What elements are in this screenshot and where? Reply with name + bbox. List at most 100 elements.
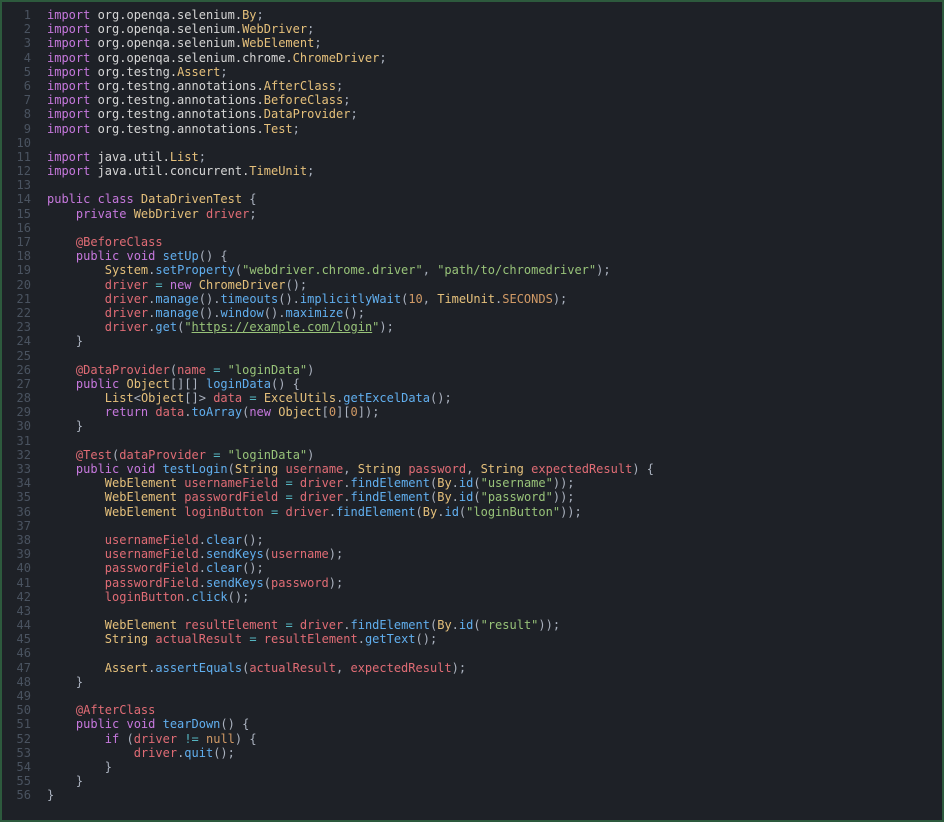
code-line[interactable]: } <box>47 760 942 774</box>
code-line[interactable]: } <box>47 334 942 348</box>
code-line[interactable]: WebElement passwordField = driver.findEl… <box>47 490 942 504</box>
line-number: 56 <box>2 788 31 802</box>
token-ns: org.testng.annotations. <box>98 79 264 93</box>
code-line[interactable]: public void setUp() { <box>47 249 942 263</box>
token-kw: import <box>47 93 98 107</box>
token-kw: import <box>47 150 98 164</box>
token-pun <box>47 732 105 746</box>
token-pun: ; <box>293 122 300 136</box>
code-line[interactable] <box>47 646 942 660</box>
code-line[interactable] <box>47 519 942 533</box>
token-pun: . <box>199 547 206 561</box>
code-line[interactable]: @BeforeClass <box>47 235 942 249</box>
token-fn: toArray <box>192 405 243 419</box>
code-line[interactable]: System.setProperty("webdriver.chrome.dri… <box>47 263 942 277</box>
token-id: driver <box>206 207 249 221</box>
code-line[interactable]: if (driver != null) { <box>47 732 942 746</box>
code-line[interactable]: WebElement usernameField = driver.findEl… <box>47 476 942 490</box>
token-typ: By <box>437 476 451 490</box>
code-line[interactable]: driver.get("https://example.com/login"); <box>47 320 942 334</box>
token-pun: ); <box>553 292 567 306</box>
token-pun: (). <box>199 292 221 306</box>
code-line[interactable]: WebElement resultElement = driver.findEl… <box>47 618 942 632</box>
code-area[interactable]: 1234567891011121314151617181920212223242… <box>2 8 942 814</box>
token-typ: WebDriver <box>242 22 307 36</box>
code-line[interactable]: import org.testng.annotations.AfterClass… <box>47 79 942 93</box>
code-line[interactable]: usernameField.clear(); <box>47 533 942 547</box>
code-content[interactable]: import org.openqa.selenium.By;import org… <box>37 8 942 814</box>
code-line[interactable]: import org.openqa.selenium.WebElement; <box>47 36 942 50</box>
token-pun <box>293 476 300 490</box>
code-line[interactable]: driver = new ChromeDriver(); <box>47 278 942 292</box>
code-line[interactable]: driver.manage().timeouts().implicitlyWai… <box>47 292 942 306</box>
token-pun: . <box>184 590 191 604</box>
token-id: passwordField <box>184 490 278 504</box>
token-pun: )); <box>538 618 560 632</box>
line-number: 36 <box>2 505 31 519</box>
code-line[interactable]: import org.openqa.selenium.chrome.Chrome… <box>47 51 942 65</box>
code-line[interactable]: import java.util.List; <box>47 150 942 164</box>
token-fn: id <box>459 476 473 490</box>
code-line[interactable]: @DataProvider(name = "loginData") <box>47 363 942 377</box>
code-line[interactable]: List<Object[]> data = ExcelUtils.getExce… <box>47 391 942 405</box>
code-line[interactable]: usernameField.sendKeys(username); <box>47 547 942 561</box>
code-line[interactable] <box>47 604 942 618</box>
token-str: "username" <box>481 476 553 490</box>
token-pun: ( <box>473 490 480 504</box>
token-fn: quit <box>184 746 213 760</box>
code-line[interactable]: import java.util.concurrent.TimeUnit; <box>47 164 942 178</box>
code-line[interactable]: String actualResult = resultElement.getT… <box>47 632 942 646</box>
code-line[interactable]: private WebDriver driver; <box>47 207 942 221</box>
code-line[interactable] <box>47 178 942 192</box>
token-ann: @BeforeClass <box>76 235 163 249</box>
code-line[interactable] <box>47 434 942 448</box>
code-line[interactable]: @Test(dataProvider = "loginData") <box>47 448 942 462</box>
code-line[interactable]: passwordField.sendKeys(password); <box>47 576 942 590</box>
code-line[interactable]: driver.manage().window().maximize(); <box>47 306 942 320</box>
token-id: data <box>213 391 242 405</box>
code-line[interactable]: import org.testng.annotations.Test; <box>47 122 942 136</box>
code-line[interactable]: passwordField.clear(); <box>47 561 942 575</box>
code-line[interactable]: import org.testng.annotations.BeforeClas… <box>47 93 942 107</box>
code-line[interactable]: @AfterClass <box>47 703 942 717</box>
line-number: 39 <box>2 547 31 561</box>
code-line[interactable]: public Object[][] loginData() { <box>47 377 942 391</box>
token-id: driver <box>105 278 148 292</box>
code-line[interactable] <box>47 221 942 235</box>
code-line[interactable]: } <box>47 675 942 689</box>
code-line[interactable]: WebElement loginButton = driver.findElem… <box>47 505 942 519</box>
code-line[interactable]: } <box>47 788 942 802</box>
code-line[interactable]: import org.testng.annotations.DataProvid… <box>47 107 942 121</box>
code-line[interactable]: loginButton.click(); <box>47 590 942 604</box>
token-pun: ); <box>329 576 343 590</box>
token-pun: } <box>47 788 54 802</box>
code-line[interactable]: public void testLogin(String username, S… <box>47 462 942 476</box>
token-fn: window <box>220 306 263 320</box>
token-fn: findElement <box>351 618 430 632</box>
token-kw: public <box>76 377 127 391</box>
code-line[interactable] <box>47 349 942 363</box>
code-line[interactable]: Assert.assertEquals(actualResult, expect… <box>47 661 942 675</box>
code-line[interactable]: import org.openqa.selenium.WebDriver; <box>47 22 942 36</box>
code-line[interactable]: import org.openqa.selenium.By; <box>47 8 942 22</box>
token-id: driver <box>134 732 177 746</box>
code-line[interactable]: public void tearDown() { <box>47 717 942 731</box>
code-line[interactable]: } <box>47 774 942 788</box>
code-line[interactable]: } <box>47 419 942 433</box>
token-str: "loginData" <box>228 448 307 462</box>
token-pun <box>47 505 105 519</box>
code-line[interactable] <box>47 689 942 703</box>
line-number: 55 <box>2 774 31 788</box>
code-line[interactable]: public class DataDrivenTest { <box>47 192 942 206</box>
token-op: = <box>249 391 256 405</box>
code-line[interactable]: return data.toArray(new Object[0][0]); <box>47 405 942 419</box>
code-line[interactable] <box>47 136 942 150</box>
token-fn: getText <box>365 632 416 646</box>
token-pun: ( <box>228 462 235 476</box>
token-pun: ; <box>249 207 256 221</box>
code-line[interactable]: driver.quit(); <box>47 746 942 760</box>
code-line[interactable]: import org.testng.Assert; <box>47 65 942 79</box>
token-pun <box>293 618 300 632</box>
token-pun: (); <box>430 391 452 405</box>
token-typ: Assert <box>105 661 148 675</box>
